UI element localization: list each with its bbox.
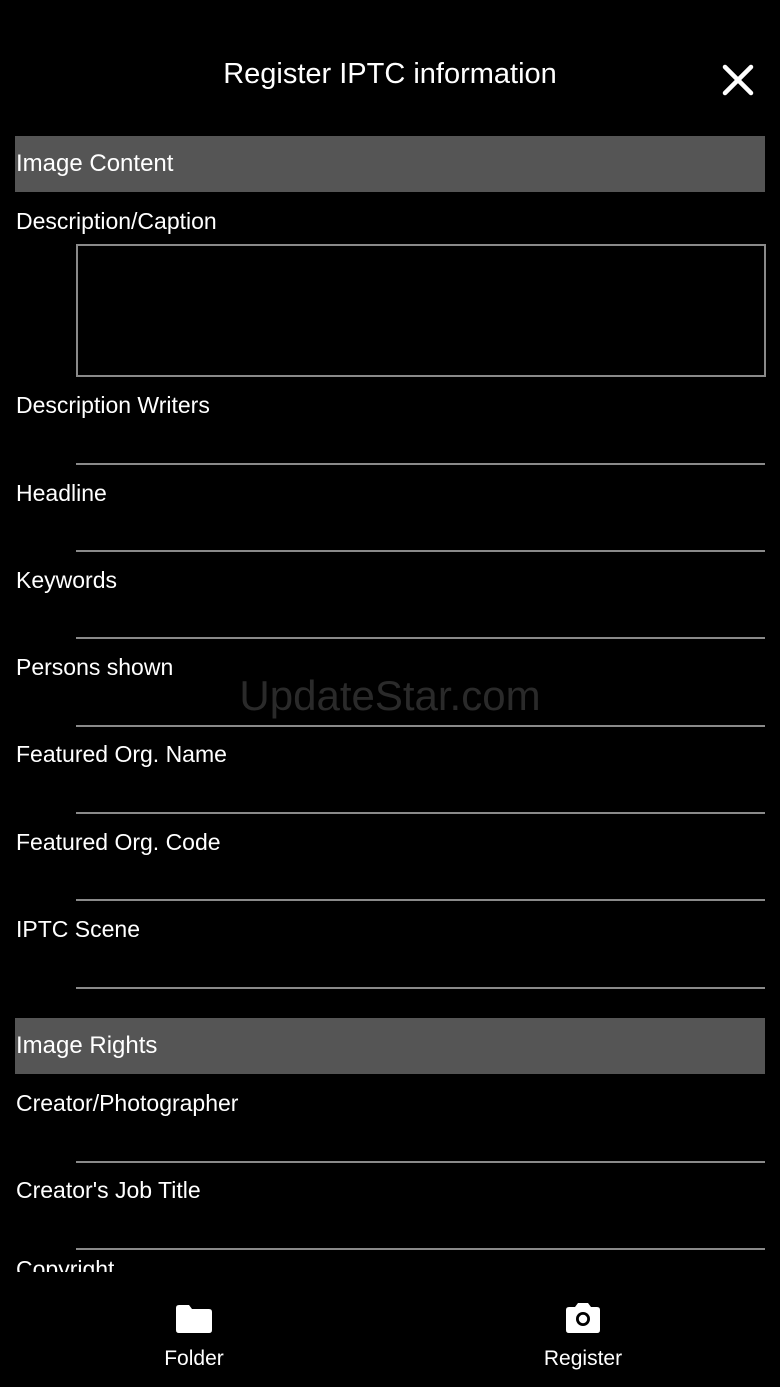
creators-job-title-label: Creator's Job Title <box>16 1177 201 1203</box>
description-caption-label: Description/Caption <box>16 208 217 234</box>
creator-photographer-label: Creator/Photographer <box>16 1090 239 1116</box>
tab-register[interactable]: Register <box>483 1272 683 1387</box>
folder-icon <box>176 1305 212 1333</box>
tab-bar: Folder Register <box>0 1272 780 1387</box>
section-header-image-content: Image Content <box>15 136 765 192</box>
tab-folder-label: Folder <box>164 1347 224 1370</box>
featured-org-name-label: Featured Org. Name <box>16 741 227 767</box>
section-header-image-rights: Image Rights <box>15 1018 765 1074</box>
tab-folder[interactable]: Folder <box>94 1272 294 1387</box>
creator-photographer-input[interactable] <box>76 1161 765 1163</box>
persons-shown-input[interactable] <box>76 725 765 727</box>
featured-org-name-input[interactable] <box>76 812 765 814</box>
featured-org-code-input[interactable] <box>76 899 765 901</box>
keywords-label: Keywords <box>16 567 117 593</box>
description-writers-input[interactable] <box>76 463 765 465</box>
description-caption-input[interactable] <box>76 244 766 377</box>
watermark: UpdateStar.com <box>239 672 541 719</box>
page-title: Register IPTC information <box>223 58 557 90</box>
copyright-label: Copyright <box>16 1256 115 1272</box>
featured-org-code-label: Featured Org. Code <box>16 829 221 855</box>
creators-job-title-input[interactable] <box>76 1248 765 1250</box>
close-icon[interactable] <box>716 58 760 102</box>
description-writers-label: Description Writers <box>16 392 210 418</box>
section-title: Image Rights <box>16 1032 158 1059</box>
tab-register-label: Register <box>543 1347 623 1370</box>
headline-label: Headline <box>16 480 107 506</box>
camera-icon <box>566 1303 600 1333</box>
keywords-input[interactable] <box>76 637 765 639</box>
iptc-scene-input[interactable] <box>76 987 765 989</box>
headline-input[interactable] <box>76 550 765 552</box>
iptc-scene-label: IPTC Scene <box>16 916 140 942</box>
section-title: Image Content <box>16 150 174 177</box>
